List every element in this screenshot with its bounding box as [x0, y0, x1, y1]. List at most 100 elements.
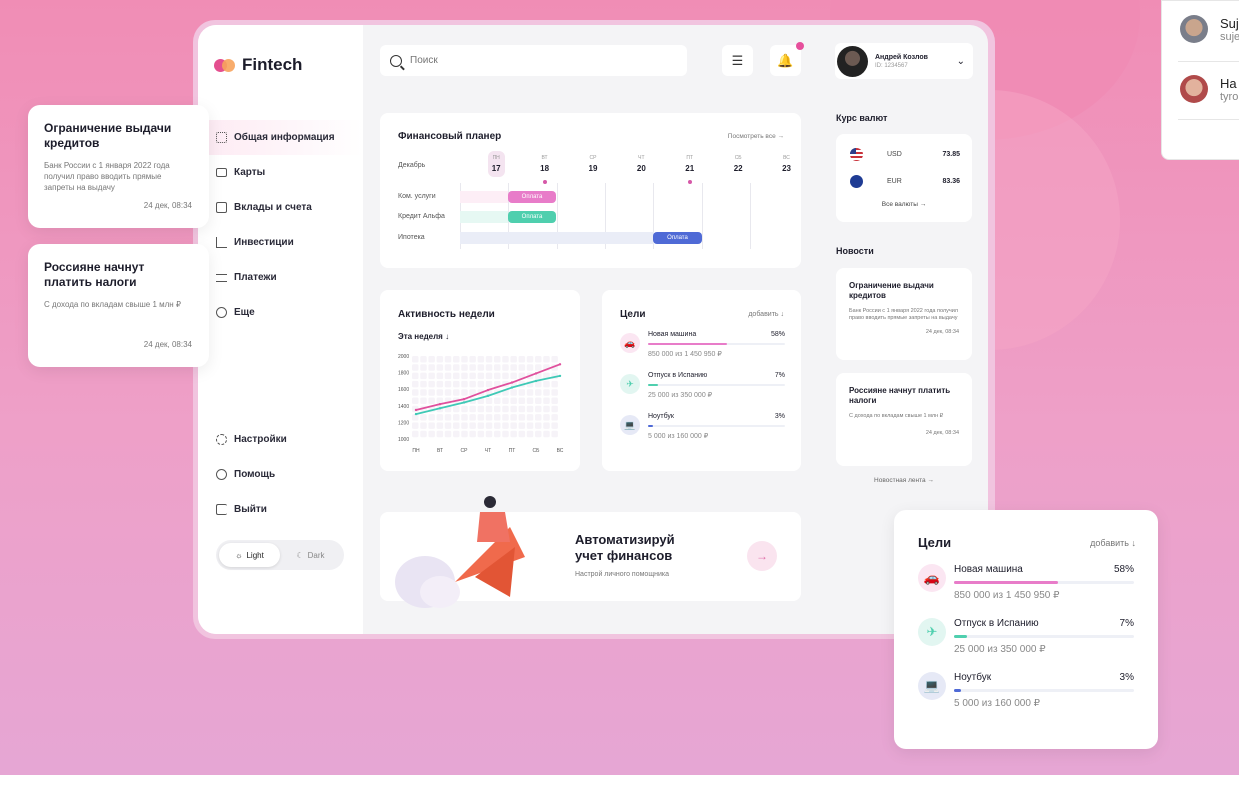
contact-row[interactable]: Ha tyro	[1180, 75, 1238, 103]
day-cell[interactable]: ВС 23	[762, 151, 810, 184]
wallet-icon	[216, 202, 227, 213]
heat-cell	[436, 356, 444, 363]
brand-name: Fintech	[242, 55, 303, 74]
heat-cell	[526, 414, 534, 421]
goal-progress-track	[648, 425, 785, 427]
payment-bar-mortgage[interactable]: Оплата	[653, 232, 702, 244]
sidebar-item-payments[interactable]: Платежи	[198, 260, 363, 295]
search-icon	[390, 54, 402, 67]
theme-light-button[interactable]: ☼ Light	[219, 543, 280, 567]
day-cell[interactable]: ВТ 18	[520, 151, 568, 184]
sidebar-item-more[interactable]: Еще	[198, 295, 363, 330]
heat-cell	[420, 397, 427, 404]
goal-item[interactable]: 🚗 Новая машина 58% 850 000 из 1 450 950 ₽	[918, 564, 1134, 618]
heat-cell	[551, 380, 558, 388]
rate-row: USD 73.85	[850, 147, 960, 161]
x-tick-label: ЧТ	[485, 448, 491, 454]
chevron-down-icon[interactable]: ⌄	[957, 56, 965, 67]
day-cell[interactable]: СБ 22	[714, 151, 762, 184]
floating-news-card[interactable]: Ограничение выдачи кредитов Банк России …	[28, 105, 209, 228]
heat-cell	[543, 414, 550, 421]
planner-view-all-link[interactable]: Посмотреть все →	[728, 133, 784, 140]
sidebar-item-help[interactable]: Помощь	[198, 457, 363, 492]
sidebar-item-settings[interactable]: Настройки	[198, 422, 363, 457]
news-card[interactable]: Ограничение выдачи кредитов Банк России …	[836, 268, 972, 360]
contact-row[interactable]: Suj suje	[1180, 15, 1239, 43]
heat-cell	[502, 356, 509, 363]
floating-news-card[interactable]: Россияне начнут платить налоги С дохода …	[28, 244, 209, 367]
activity-chart: 2000 1800 1600 1400 1200 1000ПН ВТ СР ЧТ ПТ СБ ВС	[398, 354, 564, 454]
heat-cell	[436, 372, 444, 380]
notifications-button[interactable]: 🔔	[770, 42, 804, 76]
heat-cell	[444, 389, 452, 396]
heat-cell	[551, 422, 558, 429]
sidebar-item-cards[interactable]: Карты	[198, 155, 363, 190]
news-feed-link[interactable]: Новостная лента →	[836, 477, 972, 484]
goals-add-button[interactable]: добавить ↓	[1090, 538, 1136, 548]
series-point	[462, 397, 466, 401]
finance-planner-card: Финансовый планер Посмотреть все → Декаб…	[380, 113, 801, 268]
heat-cell	[502, 372, 509, 380]
heat-cell	[428, 356, 435, 363]
goal-item[interactable]: 🚗 Новая машина 58% 850 000 из 1 450 950 ₽	[620, 331, 785, 367]
search-input[interactable]	[410, 55, 660, 66]
user-menu[interactable]: Андрей Козлов ID: 1234567 ⌄	[835, 43, 973, 79]
heat-cell	[535, 356, 542, 363]
series-point	[534, 372, 538, 375]
news-date: 24 дек, 08:34	[143, 201, 192, 210]
payment-bar-utilities[interactable]: Оплата	[508, 191, 556, 203]
filter-button[interactable]: ☰	[722, 45, 753, 76]
sidebar-item-logout[interactable]: Выйти	[198, 492, 363, 527]
heat-cell	[444, 422, 452, 429]
series-point	[462, 401, 466, 404]
promo-arrow-button[interactable]: →	[747, 541, 777, 571]
transfer-icon	[216, 273, 227, 282]
goal-item[interactable]: 💻 Ноутбук 3% 5 000 из 160 000 ₽	[918, 672, 1134, 726]
goal-item[interactable]: 💻 Ноутбук 3% 5 000 из 160 000 ₽	[620, 413, 785, 449]
heat-cell	[412, 364, 419, 371]
rate-row: EUR 83.36	[850, 174, 960, 188]
contact-name: Suj	[1220, 15, 1239, 31]
heat-cell	[510, 414, 517, 421]
heat-cell	[543, 389, 550, 396]
car-icon: 🚗	[620, 333, 640, 353]
day-cell[interactable]: ПТ 21	[666, 151, 714, 184]
heat-cell	[469, 380, 476, 388]
day-cell[interactable]: СР 19	[569, 151, 617, 184]
heat-cell	[436, 380, 444, 388]
payment-bar-credit[interactable]: Оплата	[508, 211, 556, 223]
series-point	[558, 363, 562, 366]
theme-dark-button[interactable]: ☾ Dark	[280, 543, 341, 567]
heat-cell	[420, 389, 427, 396]
heat-cell	[518, 356, 526, 363]
heat-cell	[518, 430, 526, 438]
news-card[interactable]: Россияне начнут платить налоги С дохода …	[836, 373, 972, 466]
y-tick-label: 1600	[398, 387, 409, 393]
day-cell[interactable]: ПН 17	[472, 151, 520, 184]
heat-cell	[453, 422, 460, 429]
promo-card: Автоматизируй учет финансов Настрой личн…	[380, 496, 801, 608]
day-cell[interactable]: ЧТ 20	[617, 151, 665, 184]
goal-item[interactable]: ✈ Отпуск в Испанию 7% 25 000 из 350 000 ₽	[620, 372, 785, 408]
heat-cell	[485, 380, 493, 388]
heat-cell	[428, 430, 435, 438]
heat-cell	[535, 364, 542, 371]
series-point	[414, 412, 418, 416]
sidebar-item-overview[interactable]: Общая информация	[198, 120, 363, 155]
chart-icon	[216, 237, 227, 248]
heat-cell	[420, 430, 427, 438]
heat-cell	[551, 430, 558, 438]
heat-cell	[494, 364, 501, 371]
goals-add-button[interactable]: добавить ↓	[748, 311, 784, 318]
heat-cell	[461, 389, 468, 396]
planner-title: Финансовый планер	[398, 131, 502, 142]
sidebar-item-investments[interactable]: Инвестиции	[198, 225, 363, 260]
logo[interactable]: Fintech	[214, 55, 302, 75]
heat-cell	[477, 405, 485, 413]
promo-title-line: Автоматизируй	[575, 532, 675, 547]
heat-cell	[420, 364, 427, 371]
goal-item[interactable]: ✈ Отпуск в Испанию 7% 25 000 из 350 000 ₽	[918, 618, 1134, 672]
heat-cell	[510, 389, 517, 396]
all-rates-link[interactable]: Все валюты →	[836, 201, 972, 208]
sidebar-item-deposits[interactable]: Вклады и счета	[198, 190, 363, 225]
